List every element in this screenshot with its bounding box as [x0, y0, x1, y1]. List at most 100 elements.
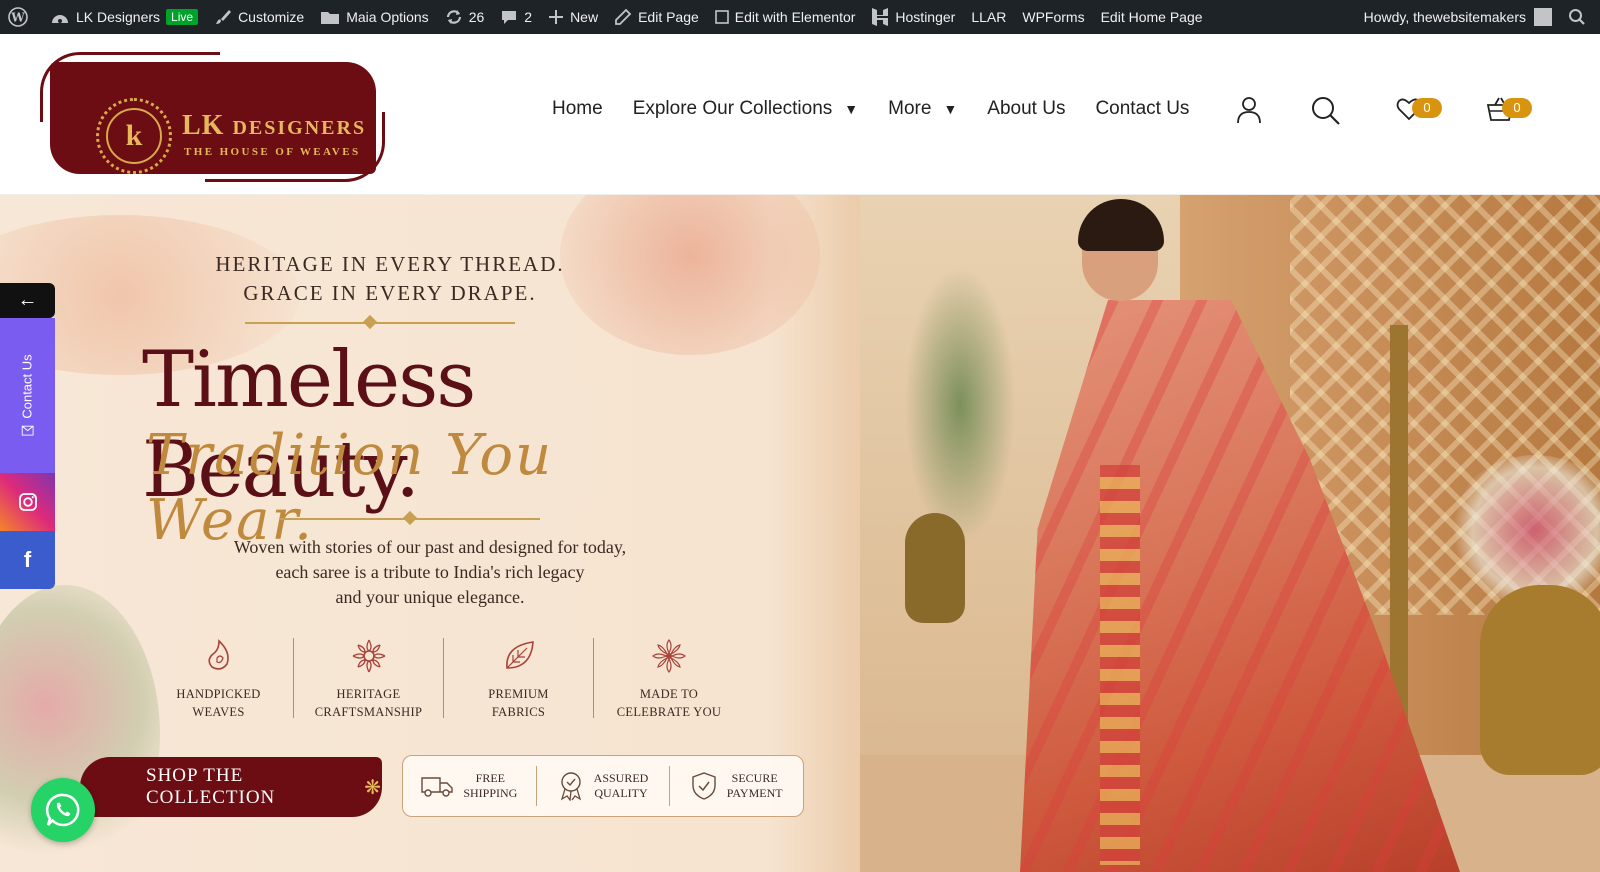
feature-item: MADE TO CELEBRATE YOU	[594, 638, 744, 719]
perk-label: ASSURED QUALITY	[593, 771, 649, 800]
perk-label: SECURE PAYMENT	[726, 771, 783, 800]
feature-item: PREMIUM FABRICS	[444, 638, 594, 719]
nav-contact[interactable]: Contact Us	[1095, 98, 1189, 120]
dashboard-icon	[52, 15, 68, 23]
maia-options-link[interactable]: Maia Options	[312, 0, 436, 34]
perk-item: ASSURED QUALITY	[537, 766, 671, 806]
chevron-down-icon: ▼	[844, 101, 859, 117]
chevron-down-icon: ▼	[943, 101, 958, 117]
contact-us-tab-content: Contact Us	[20, 354, 35, 436]
llar-label: LLAR	[971, 9, 1007, 25]
updates-link[interactable]: 26	[437, 0, 493, 34]
edit-page-link[interactable]: Edit Page	[606, 0, 707, 34]
elementor-icon	[714, 10, 729, 24]
wordpress-logo-icon[interactable]: W	[0, 0, 42, 34]
customize-label: Customize	[238, 9, 305, 25]
logo-subtitle: THE HOUSE OF WEAVES	[184, 146, 361, 158]
hero-kicker-line2: GRACE IN EVERY DRAPE.	[243, 281, 537, 305]
hero-text-block: HERITAGE IN EVERY THREAD. GRACE IN EVERY…	[80, 195, 804, 872]
edit-home-link[interactable]: Edit Home Page	[1093, 0, 1211, 34]
site-name: LK Designers	[76, 9, 161, 25]
new-content-link[interactable]: New	[540, 0, 606, 34]
avatar	[1534, 8, 1552, 26]
logo-title: LK DESIGNERS	[182, 110, 366, 142]
ornament-divider	[245, 322, 515, 324]
feature-label: MADE TO CELEBRATE YOU	[616, 687, 722, 719]
contact-us-tab[interactable]: Contact Us	[0, 318, 55, 473]
wpforms-label: WPForms	[1022, 9, 1085, 25]
admin-search-icon[interactable]	[1560, 0, 1600, 34]
nav-collections[interactable]: Explore Our Collections ▼	[633, 98, 858, 120]
hostinger-link[interactable]: Hostinger	[863, 0, 963, 34]
comments-count: 2	[524, 9, 533, 25]
perk-item: SECURE PAYMENT	[670, 766, 803, 806]
hero-desc-line3: and your unique elegance.	[335, 587, 525, 607]
hero-script-tagline: Tradition You Wear.	[146, 423, 554, 553]
feature-item: HANDPICKED WEAVES	[144, 638, 294, 719]
customize-link[interactable]: Customize	[206, 0, 312, 34]
comment-icon	[502, 11, 517, 24]
site-header: k LK DESIGNERS THE HOUSE OF WEAVES Home …	[0, 34, 1600, 195]
facebook-link[interactable]: f	[0, 531, 55, 589]
nav-about[interactable]: About Us	[987, 98, 1065, 120]
trust-perks: FREE SHIPPING ASSURED QUALITY SECURE PAYMEN…	[402, 755, 804, 817]
howdy-label: Howdy, thewebsitemakers	[1363, 9, 1526, 25]
shop-collection-button[interactable]: SHOP THE COLLECTION ❋	[80, 757, 382, 817]
hero-palm-plant	[900, 255, 1020, 555]
hostinger-label: Hostinger	[895, 9, 956, 25]
edit-page-label: Edit Page	[638, 9, 699, 25]
edit-home-label: Edit Home Page	[1100, 9, 1203, 25]
shop-collection-label: SHOP THE COLLECTION	[146, 765, 276, 808]
updates-count: 26	[468, 9, 485, 25]
shield-check-icon	[692, 772, 716, 800]
wpforms-link[interactable]: WPForms	[1014, 0, 1092, 34]
nav-home[interactable]: Home	[552, 98, 603, 120]
leaf-icon	[505, 641, 534, 669]
contact-us-tab-label: Contact Us	[20, 354, 35, 419]
site-name-menu[interactable]: LK Designers Live	[42, 0, 206, 34]
hero-brass-pot	[905, 513, 965, 623]
nav-more[interactable]: More ▼	[888, 98, 957, 120]
feature-label: HERITAGE CRAFTSMANSHIP	[314, 687, 423, 719]
instagram-link[interactable]	[0, 473, 55, 531]
account-icon[interactable]	[1236, 96, 1262, 129]
svg-text:W: W	[10, 11, 25, 25]
ornament-flower-icon: ❋	[364, 776, 382, 799]
refresh-icon	[446, 10, 461, 24]
llar-link[interactable]: LLAR	[963, 0, 1014, 34]
flower-icon	[652, 639, 686, 673]
hero-desc-line2: each saree is a tribute to India's rich …	[275, 562, 585, 582]
saree-model-image	[1020, 199, 1480, 872]
hero-kicker-line1: HERITAGE IN EVERY THREAD.	[215, 252, 565, 276]
perk-item: FREE SHIPPING	[403, 766, 537, 806]
comments-link[interactable]: 2	[492, 0, 540, 34]
saree-border	[1100, 465, 1140, 865]
hero-brass-vase	[1480, 585, 1600, 775]
whatsapp-chat-button[interactable]	[31, 778, 95, 842]
saree-drape	[1020, 300, 1460, 872]
logo-monogram: k	[106, 108, 162, 164]
site-logo[interactable]: k LK DESIGNERS THE HOUSE OF WEAVES	[40, 52, 385, 182]
feature-item: HERITAGE CRAFTSMANSHIP	[294, 638, 444, 719]
live-badge: Live	[166, 9, 199, 25]
edit-elementor-label: Edit with Elementor	[734, 9, 856, 25]
hero-features: HANDPICKED WEAVES HERITAGE CRAFTSMANSHIP P…	[144, 638, 744, 719]
account-menu[interactable]: Howdy, thewebsitemakers	[1356, 0, 1560, 34]
search-icon[interactable]	[1311, 96, 1341, 131]
collapse-sidebar-button[interactable]: ←	[0, 283, 55, 318]
mail-icon	[21, 425, 34, 436]
model-hair	[1078, 199, 1164, 251]
whatsapp-icon	[45, 793, 80, 827]
cart-count-badge: 0	[1502, 98, 1532, 118]
hero-description: Woven with stories of our past and desig…	[130, 535, 730, 610]
hero-banner: HERITAGE IN EVERY THREAD. GRACE IN EVERY…	[0, 195, 1600, 872]
maia-options-label: Maia Options	[346, 9, 429, 25]
truck-icon	[421, 777, 454, 797]
plus-icon	[549, 10, 564, 24]
edit-elementor-link[interactable]: Edit with Elementor	[707, 0, 864, 34]
brush-icon	[216, 10, 232, 24]
hero-desc-line1: Woven with stories of our past and desig…	[233, 537, 627, 557]
new-label: New	[570, 9, 599, 25]
wishlist-count-badge: 0	[1412, 98, 1442, 118]
ornament-dot	[362, 314, 378, 330]
